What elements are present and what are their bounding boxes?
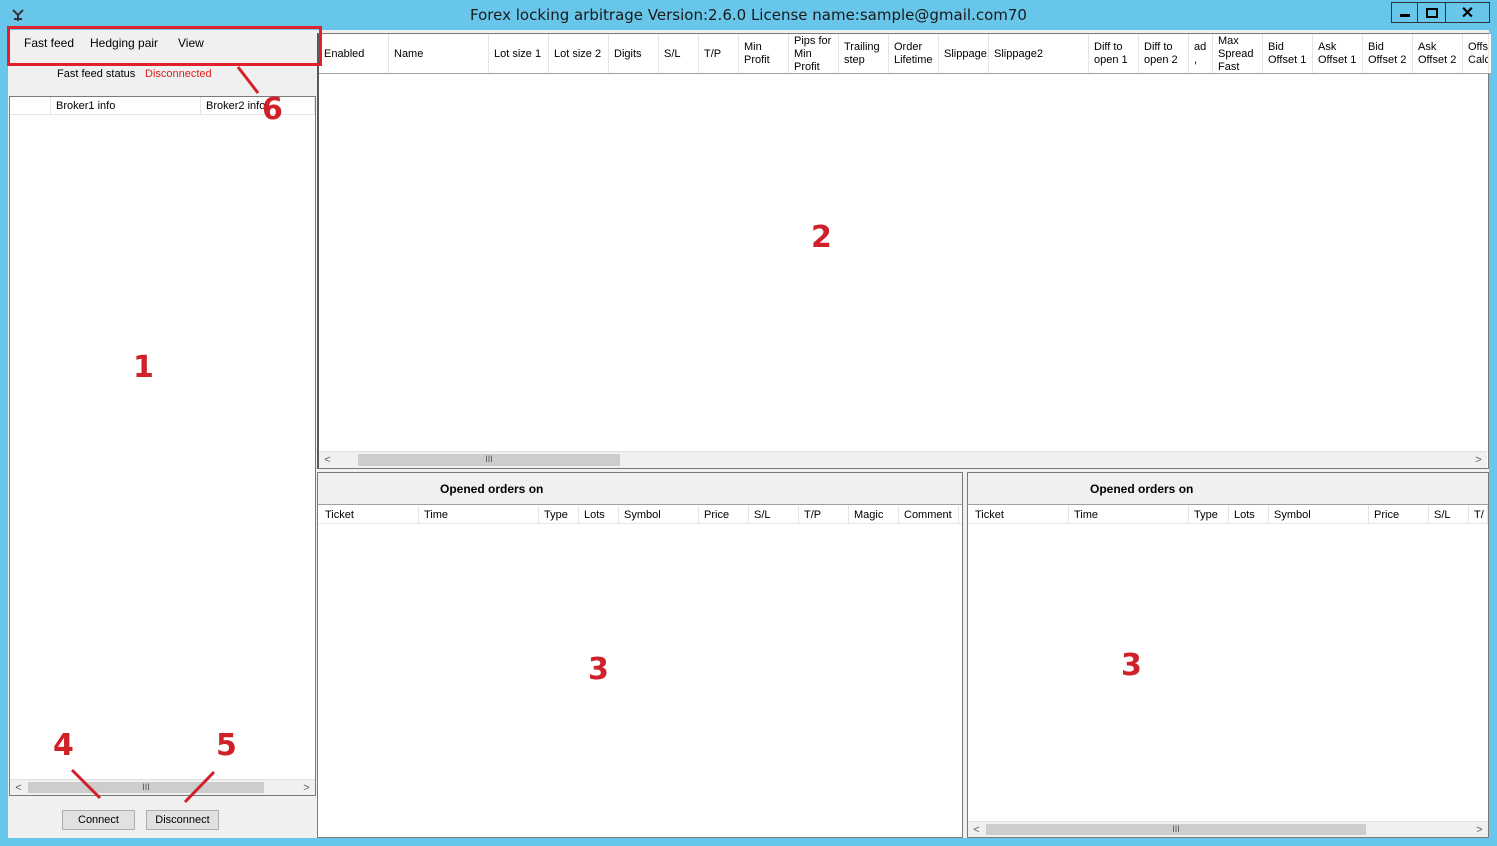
annotation-label: 2	[811, 220, 832, 255]
annotation-label: 5	[216, 728, 237, 763]
app-window: Forex locking arbitrage Version:2.6.0 Li…	[0, 0, 1497, 846]
annotation-label: 6	[262, 92, 283, 127]
annotation-label: 1	[133, 350, 154, 385]
annotation-lines	[70, 66, 260, 804]
annotation-label: 3	[588, 652, 609, 687]
annotation-label: 3	[1121, 648, 1142, 683]
annotation-label: 4	[53, 728, 74, 763]
